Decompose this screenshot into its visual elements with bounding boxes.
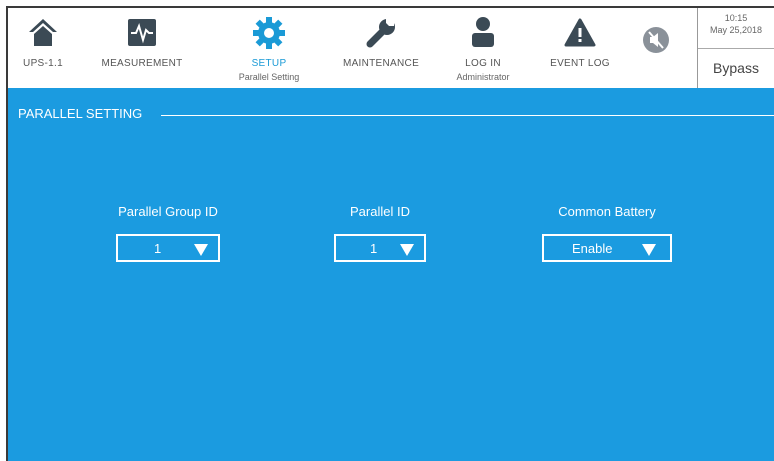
nav-event-log-label: EVENT LOG — [550, 58, 610, 69]
wrench-icon — [366, 18, 395, 48]
warning-icon — [564, 18, 596, 47]
measurement-icon — [128, 19, 156, 46]
status-panel: 10:15 May 25,2018 Bypass — [697, 8, 774, 88]
common-battery-select[interactable]: Enable — [542, 234, 672, 262]
nav-maintenance[interactable]: MAINTENANCE — [336, 8, 426, 88]
nav-login[interactable]: LOG IN Administrator — [448, 8, 518, 88]
nav-event-log[interactable]: EVENT LOG — [540, 8, 620, 88]
parallel-id-label: Parallel ID — [350, 204, 410, 219]
status-divider — [698, 48, 774, 49]
parallel-id-field: Parallel ID 1 — [290, 204, 470, 262]
parallel-group-id-field: Parallel Group ID 1 — [78, 204, 258, 262]
nav-login-sublabel: Administrator — [456, 72, 510, 82]
parallel-id-select[interactable]: 1 — [334, 234, 426, 262]
section-divider — [161, 115, 774, 116]
parallel-id-value: 1 — [370, 241, 378, 256]
common-battery-field: Common Battery Enable — [517, 204, 697, 262]
nav-ups-label: UPS-1.1 — [23, 58, 63, 69]
mute-button[interactable] — [636, 8, 676, 88]
operation-mode: Bypass — [713, 60, 759, 76]
home-icon — [29, 19, 57, 46]
section-title: PARALLEL SETTING — [18, 106, 143, 121]
main-content: PARALLEL SETTING Parallel Group ID 1 Par… — [8, 88, 774, 461]
parallel-group-id-label: Parallel Group ID — [118, 204, 218, 219]
nav-measurement-label: MEASUREMENT — [101, 58, 183, 69]
chevron-down-icon — [400, 244, 414, 256]
chevron-down-icon — [642, 244, 656, 256]
clock-time: 10:15 — [724, 13, 748, 23]
mute-icon — [643, 27, 669, 53]
gear-icon — [253, 17, 285, 49]
nav-login-label: LOG IN — [465, 58, 501, 69]
nav-setup[interactable]: SETUP Parallel Setting — [224, 8, 314, 88]
nav-setup-label: SETUP — [251, 58, 287, 69]
nav-ups[interactable]: UPS-1.1 — [8, 8, 78, 88]
parallel-group-id-value: 1 — [154, 241, 162, 256]
nav-measurement[interactable]: MEASUREMENT — [92, 8, 192, 88]
common-battery-value: Enable — [572, 241, 613, 256]
top-navigation-bar: UPS-1.1 MEASUREMENT SETUP Parallel Setti… — [8, 8, 774, 88]
nav-maintenance-label: MAINTENANCE — [342, 58, 420, 69]
nav-setup-sublabel: Parallel Setting — [238, 72, 300, 82]
common-battery-label: Common Battery — [558, 204, 656, 219]
clock-date: May 25,2018 — [709, 25, 763, 35]
user-icon — [472, 17, 494, 47]
parallel-group-id-select[interactable]: 1 — [116, 234, 220, 262]
chevron-down-icon — [194, 244, 208, 256]
